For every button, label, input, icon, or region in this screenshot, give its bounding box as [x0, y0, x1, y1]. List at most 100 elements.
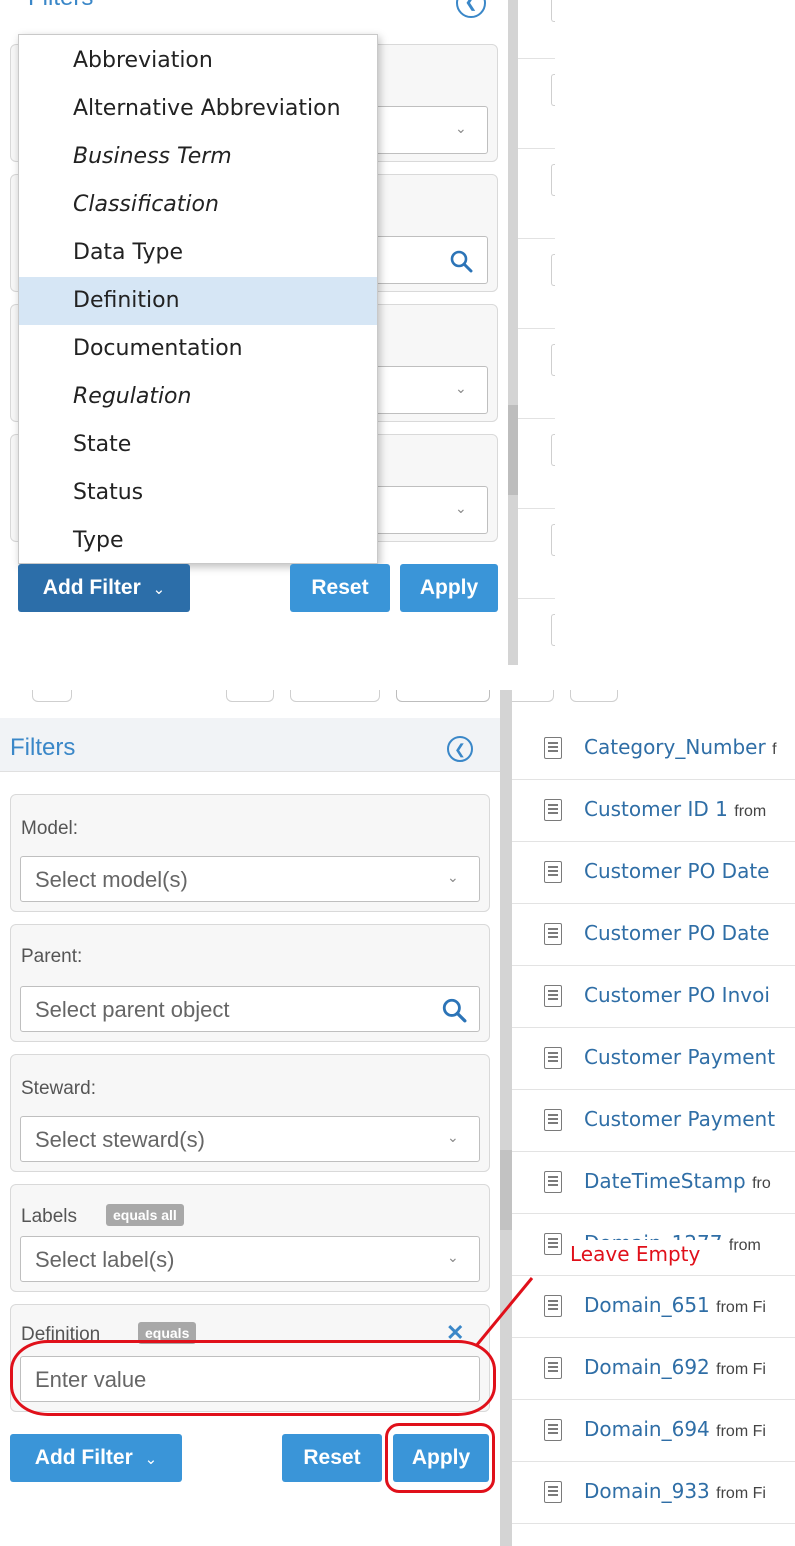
list-item[interactable]: Customer PO Date: [512, 904, 795, 966]
menu-item-business-term[interactable]: Business Term: [19, 133, 377, 181]
steward-label: Steward:: [21, 1078, 96, 1099]
item-name[interactable]: Customer ID 1: [584, 797, 728, 821]
toolbar-button[interactable]: [32, 690, 72, 702]
labels-select[interactable]: Select label(s) ⌄: [20, 1236, 480, 1282]
document-icon: [544, 799, 562, 821]
toolbar-button[interactable]: [570, 690, 618, 702]
item-name[interactable]: Category_Number: [584, 735, 766, 759]
parent-input[interactable]: Select parent object: [20, 986, 480, 1032]
toolbar-button[interactable]: [290, 690, 380, 702]
reset-button[interactable]: Reset: [290, 564, 390, 612]
item-source: from: [734, 803, 767, 820]
filters-heading: Filters: [28, 0, 93, 12]
bottom-screenshot: Filters ❮ Model: Select model(s) ⌄ Paren…: [0, 690, 795, 1546]
item-name[interactable]: Customer PO Invoi: [584, 983, 770, 1007]
item-name-link[interactable]: Customer Payment: [584, 1107, 775, 1131]
item-name-link[interactable]: Domain_692 from Fi: [584, 1355, 766, 1379]
document-icon: [544, 1419, 562, 1441]
list-item[interactable]: Customer Payment: [512, 1090, 795, 1152]
menu-item-status[interactable]: Status: [19, 469, 377, 517]
model-label: Model:: [21, 818, 79, 839]
model-placeholder: Select model(s): [35, 867, 188, 892]
add-filter-button[interactable]: Add Filter ⌄: [10, 1434, 182, 1482]
menu-item-abbreviation[interactable]: Abbreviation: [19, 37, 377, 85]
document-icon: [544, 1109, 562, 1131]
menu-item-classification[interactable]: Classification: [19, 181, 377, 229]
item-source: from: [728, 1237, 761, 1254]
labels-operator-badge[interactable]: equals all: [106, 1204, 184, 1226]
item-source: from Fi: [716, 1423, 766, 1440]
list-item[interactable]: Category_Number f: [512, 718, 795, 780]
list-item[interactable]: Customer PO Invoi: [512, 966, 795, 1028]
item-name-link[interactable]: DateTimeStamp fro: [584, 1169, 771, 1193]
splitter-handle[interactable]: [508, 405, 518, 495]
item-name[interactable]: Domain_933: [584, 1479, 710, 1503]
toolbar-button[interactable]: [226, 690, 274, 702]
collapse-icon[interactable]: ❮: [447, 736, 473, 762]
search-icon[interactable]: [449, 249, 473, 273]
document-icon: [544, 1295, 562, 1317]
splitter-handle[interactable]: [500, 1150, 512, 1230]
document-icon: [544, 1047, 562, 1069]
steward-placeholder: Select steward(s): [35, 1127, 205, 1152]
document-icon: [544, 923, 562, 945]
document-icon: [544, 985, 562, 1007]
item-source: from Fi: [716, 1361, 766, 1378]
reset-button[interactable]: Reset: [282, 1434, 382, 1482]
top-screenshot: Filters ❮ ⌄ ⌄ ⌄ AbbreviationAlternative …: [0, 0, 555, 665]
add-filter-menu: Abbreviation Alternative Abbreviation Busi…: [18, 34, 378, 564]
item-name[interactable]: Customer Payment: [584, 1045, 775, 1069]
list-item[interactable]: Customer Payment: [512, 1028, 795, 1090]
menu-item-state[interactable]: State: [19, 421, 377, 469]
document-icon: [544, 1233, 562, 1255]
list-item[interactable]: Domain_651 from Fi: [512, 1276, 795, 1338]
search-icon[interactable]: [441, 997, 467, 1023]
item-name-link[interactable]: Customer PO Date: [584, 921, 769, 945]
list-item[interactable]: DateTimeStamp fro: [512, 1152, 795, 1214]
menu-item-alternative-abbreviation[interactable]: Alternative Abbreviation: [19, 85, 377, 133]
item-name-link[interactable]: Customer Payment: [584, 1045, 775, 1069]
item-name-link[interactable]: Category_Number f: [584, 735, 777, 759]
menu-item-data-type[interactable]: Data Type: [19, 229, 377, 277]
list-item[interactable]: Domain_694 from Fi: [512, 1400, 795, 1462]
item-name[interactable]: DateTimeStamp: [584, 1169, 746, 1193]
steward-select[interactable]: Select steward(s) ⌄: [20, 1116, 480, 1162]
item-name[interactable]: Domain_692: [584, 1355, 710, 1379]
chevron-down-icon: ⌄: [447, 869, 459, 885]
item-name[interactable]: Domain_694: [584, 1417, 710, 1441]
panel-splitter[interactable]: [508, 0, 518, 665]
model-select[interactable]: Select model(s) ⌄: [20, 856, 480, 902]
apply-button[interactable]: Apply: [400, 564, 498, 612]
item-name[interactable]: Customer PO Date: [584, 921, 769, 945]
item-name-link[interactable]: Domain_933 from Fi: [584, 1479, 766, 1503]
document-icon: [544, 737, 562, 759]
annotation-arrow: [474, 1277, 534, 1347]
item-name-link[interactable]: Customer ID 1 from: [584, 797, 766, 821]
list-item[interactable]: Domain_933 from Fi: [512, 1462, 795, 1524]
menu-item-definition[interactable]: Definition: [19, 277, 377, 325]
labels-label: Labels: [21, 1206, 77, 1227]
menu-item-type[interactable]: Type: [19, 517, 377, 565]
item-name[interactable]: Customer Payment: [584, 1107, 775, 1131]
menu-item-regulation[interactable]: Regulation: [19, 373, 377, 421]
chevron-down-icon: ⌄: [455, 500, 467, 516]
chevron-down-icon: ⌄: [152, 581, 166, 598]
item-name-link[interactable]: Customer PO Invoi: [584, 983, 770, 1007]
labels-placeholder: Select label(s): [35, 1247, 175, 1272]
toolbar-button[interactable]: [506, 690, 554, 702]
add-filter-button[interactable]: Add Filter ⌄: [18, 564, 190, 612]
toolbar-button[interactable]: [396, 690, 490, 702]
list-item[interactable]: Domain_692 from Fi: [512, 1338, 795, 1400]
item-source: fro: [752, 1175, 771, 1192]
document-icon: [544, 861, 562, 883]
item-name-link[interactable]: Domain_694 from Fi: [584, 1417, 766, 1441]
menu-item-documentation[interactable]: Documentation: [19, 325, 377, 373]
item-name-link[interactable]: Customer PO Date: [584, 859, 769, 883]
list-item[interactable]: Customer PO Date: [512, 842, 795, 904]
item-name[interactable]: Customer PO Date: [584, 859, 769, 883]
item-name-link[interactable]: Domain_651 from Fi: [584, 1293, 766, 1317]
list-item[interactable]: Customer ID 1 from: [512, 780, 795, 842]
chevron-down-icon: ⌄: [447, 1249, 459, 1265]
item-name[interactable]: Domain_651: [584, 1293, 710, 1317]
panel-splitter[interactable]: [500, 690, 512, 1546]
